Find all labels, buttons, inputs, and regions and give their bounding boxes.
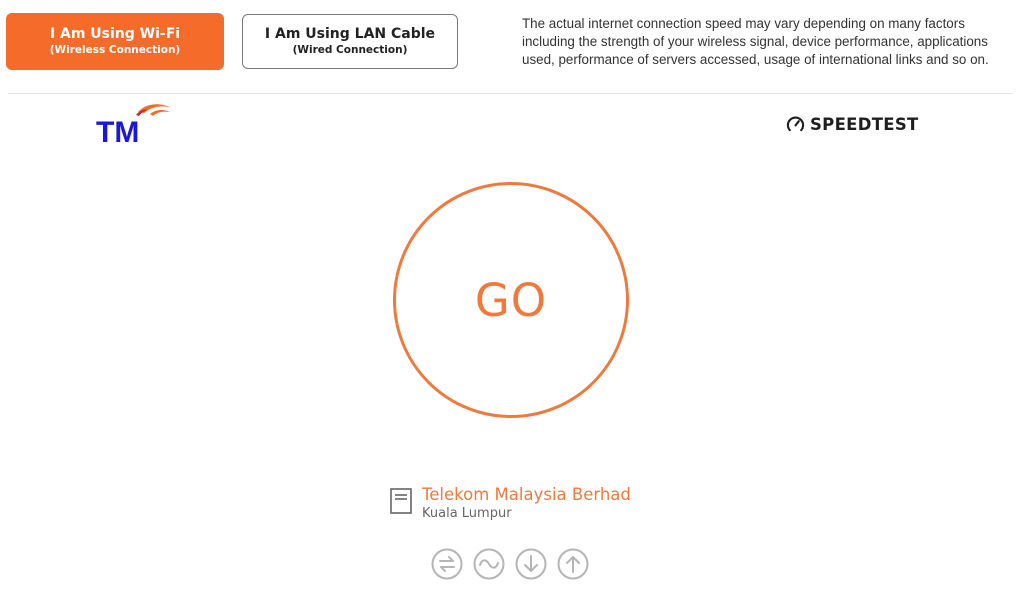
server-icon xyxy=(390,488,412,514)
metric-icons xyxy=(431,548,589,580)
speedometer-icon xyxy=(786,116,805,131)
speedtest-logo-text: SPEEDTEST xyxy=(810,114,919,134)
server-name: Telekom Malaysia Berhad xyxy=(422,485,631,504)
wifi-button-sublabel: (Wireless Connection) xyxy=(49,44,181,56)
speedtest-page: I Am Using Wi-Fi (Wireless Connection) I… xyxy=(0,0,1024,606)
tm-logo-text: TM xyxy=(96,116,139,146)
lan-button-sublabel: (Wired Connection) xyxy=(292,44,408,56)
tm-logo-graphic: TM xyxy=(96,104,172,149)
wifi-button-label: I Am Using Wi-Fi xyxy=(49,26,181,42)
upload-icon xyxy=(557,548,589,580)
server-location: Kuala Lumpur xyxy=(422,506,512,521)
lan-connection-button[interactable]: I Am Using LAN Cable (Wired Connection) xyxy=(242,14,458,69)
jitter-icon xyxy=(473,548,505,580)
tm-logo: TM xyxy=(94,102,174,149)
go-button[interactable]: GO xyxy=(393,182,629,418)
server-info[interactable]: Telekom Malaysia Berhad Kuala Lumpur xyxy=(390,485,631,522)
server-text: Telekom Malaysia Berhad Kuala Lumpur xyxy=(422,485,631,522)
speed-disclaimer: The actual internet connection speed may… xyxy=(522,16,989,67)
header-divider xyxy=(8,93,1013,94)
speedtest-logo: SPEEDTEST xyxy=(786,113,919,135)
download-icon xyxy=(515,548,547,580)
lan-button-label: I Am Using LAN Cable xyxy=(264,26,436,42)
ping-icon xyxy=(431,548,463,580)
wifi-connection-button[interactable]: I Am Using Wi-Fi (Wireless Connection) xyxy=(6,13,224,70)
go-button-label: GO xyxy=(474,273,548,327)
